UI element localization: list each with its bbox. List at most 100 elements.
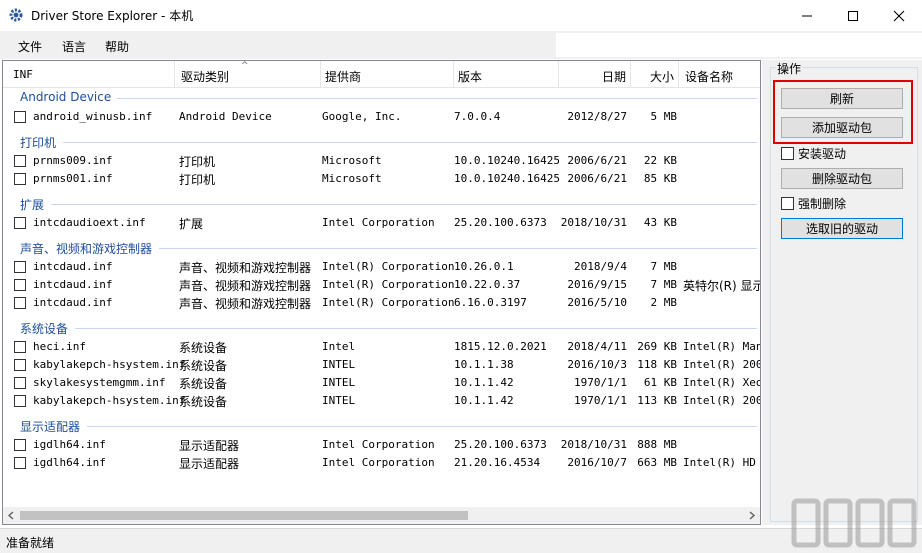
cell-version: 7.0.0.4 <box>454 110 501 123</box>
row-checkbox[interactable] <box>14 173 26 185</box>
group-divider <box>117 98 757 99</box>
row-checkbox[interactable] <box>14 439 26 451</box>
cell-version: 10.1.1.38 <box>454 358 514 371</box>
column-size[interactable]: 大小 <box>631 61 679 88</box>
menu-help[interactable]: 帮助 <box>105 38 129 55</box>
cell-date: 2018/4/11 <box>567 340 627 353</box>
cell-inf: intcdaud.inf <box>33 260 113 273</box>
table-row[interactable]: android_winusb.inf Android Device Google… <box>3 108 760 126</box>
column-header: INF 驱动类别 ^ 提供商 版本 日期 大小 设备名称 <box>3 61 760 88</box>
status-text: 准备就绪 <box>6 536 55 550</box>
group-header[interactable]: 扩展 <box>20 196 44 213</box>
checkbox-box[interactable] <box>781 197 794 210</box>
row-checkbox[interactable] <box>14 279 26 291</box>
column-provider[interactable]: 提供商 <box>321 61 454 88</box>
row-checkbox[interactable] <box>14 111 26 123</box>
select-old-drivers-button[interactable]: 选取旧的驱动 <box>781 218 903 239</box>
close-button[interactable] <box>876 0 922 31</box>
cell-provider: INTEL <box>322 376 356 389</box>
cell-date: 2018/10/31 <box>560 216 627 229</box>
cell-version: 25.20.100.6373 <box>454 216 547 229</box>
minimize-button[interactable] <box>784 0 830 31</box>
window-title: Driver Store Explorer - 本机 <box>31 9 194 23</box>
status-bar: 准备就绪 <box>0 528 922 553</box>
cell-date: 2016/10/3 <box>567 358 627 371</box>
cell-device: Intel(R) Xeon <box>683 376 761 389</box>
row-checkbox[interactable] <box>14 217 26 229</box>
group-divider <box>75 328 757 329</box>
scrollbar-thumb[interactable] <box>20 511 468 520</box>
table-row[interactable]: igdlh64.inf 显示适配器 Intel Corporation 21.2… <box>3 454 760 472</box>
group-header[interactable]: 显示适配器 <box>20 418 80 435</box>
column-device[interactable]: 设备名称 <box>679 61 760 88</box>
row-checkbox[interactable] <box>14 457 26 469</box>
maximize-button[interactable] <box>830 0 876 31</box>
group-header[interactable]: 打印机 <box>20 134 56 151</box>
cell-version: 10.0.10240.16425 <box>454 172 560 185</box>
cell-provider: Intel Corporation <box>322 456 435 469</box>
install-driver-checkbox[interactable]: 安装驱动 <box>781 145 901 161</box>
row-checkbox[interactable] <box>14 395 26 407</box>
cell-class: 系统设备 <box>179 377 228 391</box>
column-inf[interactable]: INF <box>3 61 175 88</box>
table-row[interactable]: skylakesystemgmm.inf 系统设备 INTEL 10.1.1.4… <box>3 374 760 392</box>
group-divider <box>51 204 757 205</box>
scroll-right-icon[interactable] <box>748 511 756 520</box>
table-row[interactable]: kabylakepch-hsystem.inf 系统设备 INTEL 10.1.… <box>3 392 760 410</box>
table-row[interactable]: igdlh64.inf 显示适配器 Intel Corporation 25.2… <box>3 436 760 454</box>
cell-class: 打印机 <box>179 155 216 169</box>
group-header[interactable]: 声音、视频和游戏控制器 <box>20 240 152 257</box>
row-checkbox[interactable] <box>14 261 26 273</box>
row-checkbox[interactable] <box>14 341 26 353</box>
cell-class: 显示适配器 <box>179 439 240 453</box>
cell-inf: prnms009.inf <box>33 154 113 167</box>
cell-device: Intel(R) 200 <box>683 394 761 407</box>
cell-class: 显示适配器 <box>179 457 240 471</box>
cell-version: 10.22.0.37 <box>454 278 521 291</box>
cell-provider: INTEL <box>322 358 356 371</box>
row-checkbox[interactable] <box>14 155 26 167</box>
cell-class: 打印机 <box>179 173 216 187</box>
cell-size: 43 KB <box>643 216 677 229</box>
cell-class: 系统设备 <box>179 341 228 355</box>
table-row[interactable]: intcdaud.inf 声音、视频和游戏控制器 Intel(R) Corpor… <box>3 258 760 276</box>
delete-driver-package-button[interactable]: 删除驱动包 <box>781 168 903 189</box>
scroll-left-icon[interactable] <box>7 511 15 520</box>
row-checkbox[interactable] <box>14 297 26 309</box>
cell-version: 10.1.1.42 <box>454 376 514 389</box>
refresh-button[interactable]: 刷新 <box>781 88 903 109</box>
row-checkbox[interactable] <box>14 377 26 389</box>
cell-class: Android Device <box>179 110 272 123</box>
driver-list[interactable]: INF 驱动类别 ^ 提供商 版本 日期 大小 设备名称 Android Dev… <box>2 60 761 525</box>
cell-date: 2016/9/15 <box>567 278 627 291</box>
cell-date: 2016/5/10 <box>567 296 627 309</box>
row-checkbox[interactable] <box>14 359 26 371</box>
column-version[interactable]: 版本 <box>454 61 559 88</box>
table-row[interactable]: kabylakepch-hsystem.inf 系统设备 INTEL 10.1.… <box>3 356 760 374</box>
column-date[interactable]: 日期 <box>559 61 631 88</box>
close-icon <box>893 10 905 21</box>
table-row[interactable]: intcdaud.inf 声音、视频和游戏控制器 Intel(R) Corpor… <box>3 294 760 312</box>
cell-provider: Microsoft <box>322 172 382 185</box>
table-row[interactable]: intcdaud.inf 声音、视频和游戏控制器 Intel(R) Corpor… <box>3 276 760 294</box>
cell-class: 系统设备 <box>179 395 228 409</box>
add-driver-package-button[interactable]: 添加驱动包 <box>781 117 903 138</box>
table-row[interactable]: prnms009.inf 打印机 Microsoft 10.0.10240.16… <box>3 152 760 170</box>
table-row[interactable]: prnms001.inf 打印机 Microsoft 10.0.10240.16… <box>3 170 760 188</box>
cell-size: 888 MB <box>637 438 677 451</box>
table-row[interactable]: heci.inf 系统设备 Intel 1815.12.0.2021 2018/… <box>3 338 760 356</box>
menu-file[interactable]: 文件 <box>18 38 42 55</box>
horizontal-scrollbar[interactable] <box>3 507 760 524</box>
group-header[interactable]: 系统设备 <box>20 320 68 337</box>
force-delete-checkbox[interactable]: 强制删除 <box>781 195 901 211</box>
checkbox-box[interactable] <box>781 147 794 160</box>
cell-device: Intel(R) 200 <box>683 358 761 371</box>
table-row[interactable]: intcdaudioext.inf 扩展 Intel Corporation 2… <box>3 214 760 232</box>
cell-size: 113 KB <box>637 394 677 407</box>
watermark-logo <box>791 498 917 548</box>
sort-up-icon: ^ <box>241 61 249 71</box>
cell-class: 扩展 <box>179 217 204 231</box>
menu-language[interactable]: 语言 <box>62 38 86 55</box>
maximize-icon <box>848 10 858 21</box>
group-header[interactable]: Android Device <box>20 90 111 104</box>
